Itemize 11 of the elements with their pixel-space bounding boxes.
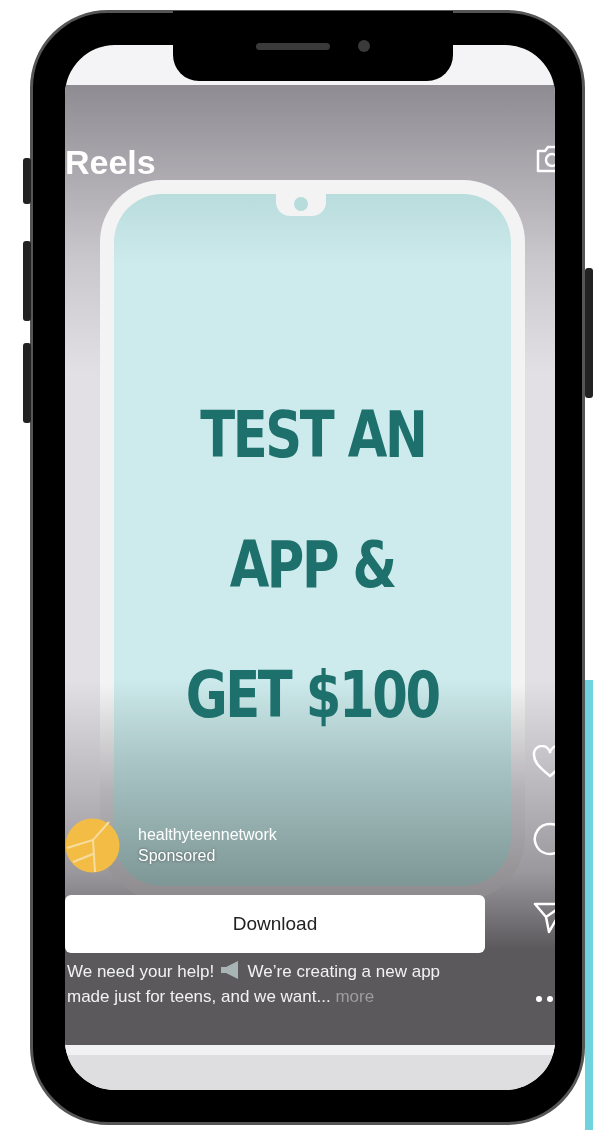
ad-headline: GET $100: [186, 657, 439, 734]
avatar-icon[interactable]: [65, 818, 120, 873]
page-title: Reels: [65, 143, 156, 182]
download-button[interactable]: Download: [65, 895, 485, 953]
sponsored-label: Sponsored: [138, 847, 217, 865]
ad-headline: APP &: [229, 527, 396, 604]
notch-drawing: [276, 192, 326, 216]
caption-text: We need your help! We’re creating a new app made just for teens, and we want... more: [67, 959, 442, 1008]
more-link[interactable]: more: [335, 987, 375, 1006]
account-name[interactable]: healthyteennetwork: [138, 826, 277, 844]
ad-headline: TEST AN: [199, 397, 426, 474]
